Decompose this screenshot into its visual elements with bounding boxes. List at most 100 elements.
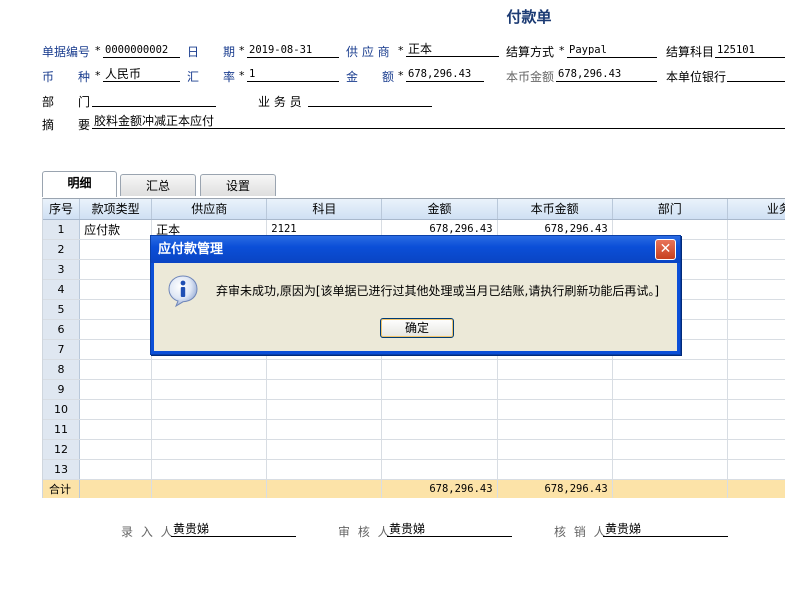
tab-detail[interactable]: 明细 <box>42 171 117 197</box>
cell-account[interactable] <box>266 459 383 480</box>
col-header-type[interactable]: 款项类型 <box>79 199 153 220</box>
cell-amount[interactable] <box>381 359 498 380</box>
cell-supplier[interactable] <box>151 379 268 400</box>
dialog-titlebar[interactable]: 应付款管理 ✕ <box>151 236 680 263</box>
settle-method-field[interactable]: Paypal <box>567 43 657 58</box>
cell-supplier[interactable] <box>151 459 268 480</box>
cell-type[interactable] <box>79 359 153 380</box>
table-row[interactable]: 10 <box>43 399 785 420</box>
cell-local-amount[interactable] <box>497 459 613 480</box>
cell-salesman[interactable] <box>727 419 785 440</box>
cell-seq: 13 <box>43 459 81 480</box>
amount-field[interactable]: 678,296.43 <box>406 67 484 82</box>
currency-field[interactable]: 人民币 <box>103 67 180 82</box>
cell-supplier[interactable] <box>151 439 268 460</box>
cell-salesman[interactable] <box>727 259 785 280</box>
cell-supplier[interactable] <box>151 359 268 380</box>
col-header-salesman[interactable]: 业务员 <box>727 199 785 220</box>
cell-amount[interactable] <box>381 379 498 400</box>
col-header-seq[interactable]: 序号 <box>43 199 81 220</box>
table-row[interactable]: 13 <box>43 459 785 480</box>
cell-type[interactable] <box>79 459 153 480</box>
cell-seq: 11 <box>43 419 81 440</box>
cell-type[interactable]: 应付款 <box>79 219 153 240</box>
supplier-field[interactable]: 正本 <box>406 42 499 57</box>
date-label: 日 期 <box>187 45 236 59</box>
cell-local-amount[interactable] <box>497 359 613 380</box>
cell-dept[interactable] <box>612 439 728 460</box>
cell-account[interactable] <box>266 399 383 420</box>
col-header-amount[interactable]: 金额 <box>381 199 498 220</box>
cell-local-amount[interactable] <box>497 379 613 400</box>
col-header-account[interactable]: 科目 <box>266 199 383 220</box>
cell-type[interactable] <box>79 319 153 340</box>
bank-field[interactable] <box>727 67 785 82</box>
cell-amount[interactable] <box>381 439 498 460</box>
memo-field[interactable]: 胶料金额冲减正本应付 <box>92 114 785 129</box>
doc-no-field[interactable]: 0000000002 <box>103 43 180 58</box>
ok-button[interactable]: 确定 <box>380 318 454 338</box>
cell-salesman[interactable] <box>727 279 785 300</box>
cell-type[interactable] <box>79 379 153 400</box>
cell-type[interactable] <box>79 279 153 300</box>
cell-amount[interactable] <box>381 459 498 480</box>
col-header-supplier[interactable]: 供应商 <box>151 199 268 220</box>
cell-salesman[interactable] <box>727 459 785 480</box>
cell-local-amount[interactable] <box>497 419 613 440</box>
cell-account[interactable] <box>266 379 383 400</box>
settle-account-field[interactable]: 125101 <box>715 43 785 58</box>
cell-salesman[interactable] <box>727 339 785 360</box>
close-icon[interactable]: ✕ <box>655 239 676 260</box>
cell-salesman[interactable] <box>727 359 785 380</box>
currency-label: 币 种 <box>42 70 91 84</box>
cell-salesman[interactable] <box>727 239 785 260</box>
table-row[interactable]: 9 <box>43 379 785 400</box>
cell-salesman[interactable] <box>727 299 785 320</box>
cell-account[interactable] <box>266 419 383 440</box>
cell-salesman[interactable] <box>727 399 785 420</box>
cell-dept[interactable] <box>612 379 728 400</box>
rate-label: 汇 率 <box>187 70 236 84</box>
cell-local-amount[interactable] <box>497 439 613 460</box>
table-row[interactable]: 11 <box>43 419 785 440</box>
date-field[interactable]: 2019-08-31 <box>247 43 339 58</box>
cell-type[interactable] <box>79 239 153 260</box>
col-header-dept[interactable]: 部门 <box>612 199 728 220</box>
cell-seq: 3 <box>43 259 81 280</box>
total-cell <box>151 479 268 498</box>
cell-dept[interactable] <box>612 399 728 420</box>
cell-salesman[interactable] <box>727 319 785 340</box>
cell-type[interactable] <box>79 399 153 420</box>
dept-label: 部 门 <box>42 95 91 109</box>
cell-type[interactable] <box>79 299 153 320</box>
cell-type[interactable] <box>79 259 153 280</box>
supplier-label: 供 应 商 <box>346 45 390 59</box>
cell-salesman[interactable] <box>727 219 785 240</box>
cell-type[interactable] <box>79 439 153 460</box>
salesman-field[interactable] <box>308 92 432 107</box>
cell-type[interactable] <box>79 339 153 360</box>
cell-supplier[interactable] <box>151 399 268 420</box>
dept-field[interactable] <box>92 92 216 107</box>
cell-amount[interactable] <box>381 419 498 440</box>
amount-label: 金 额 <box>346 70 395 84</box>
tab-settings[interactable]: 设置 <box>200 174 276 196</box>
table-row[interactable]: 12 <box>43 439 785 460</box>
cell-local-amount[interactable] <box>497 399 613 420</box>
cell-amount[interactable] <box>381 399 498 420</box>
cell-supplier[interactable] <box>151 419 268 440</box>
cell-salesman[interactable] <box>727 439 785 460</box>
cell-account[interactable] <box>266 359 383 380</box>
supplier-required-mark: * <box>398 44 404 57</box>
tab-summary[interactable]: 汇总 <box>120 174 196 196</box>
cell-type[interactable] <box>79 419 153 440</box>
cell-dept[interactable] <box>612 419 728 440</box>
cell-salesman[interactable] <box>727 379 785 400</box>
cell-dept[interactable] <box>612 359 728 380</box>
doc-no-required-mark: * <box>95 44 101 57</box>
cell-account[interactable] <box>266 439 383 460</box>
col-header-local-amount[interactable]: 本币金额 <box>497 199 613 220</box>
table-row[interactable]: 8 <box>43 359 785 380</box>
rate-field[interactable]: 1 <box>247 67 339 82</box>
cell-dept[interactable] <box>612 459 728 480</box>
